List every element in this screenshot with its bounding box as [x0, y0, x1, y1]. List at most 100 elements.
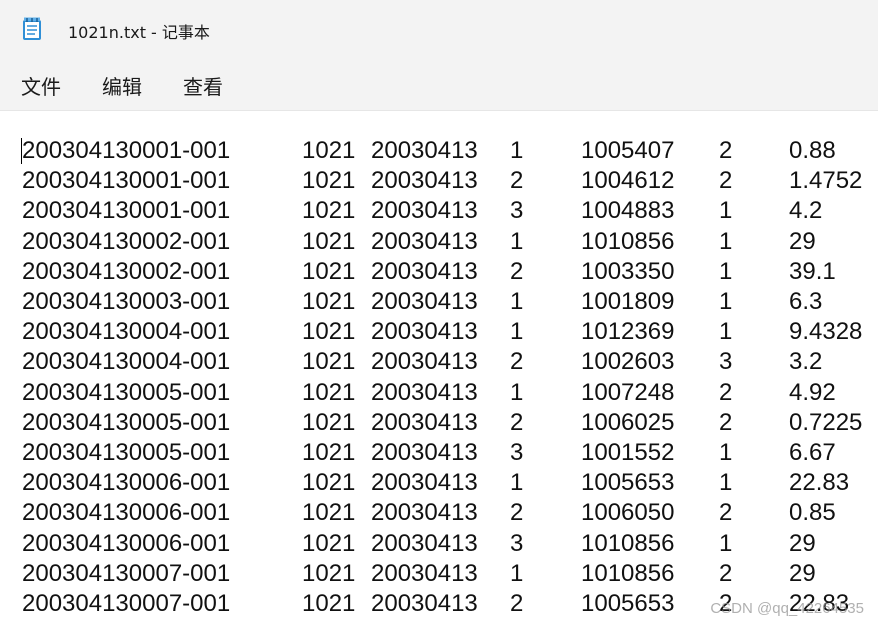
text-field: 20030413	[371, 439, 478, 466]
text-field: 3	[719, 348, 733, 376]
menu-bar: 文件 编辑 查看	[0, 60, 878, 111]
text-field: 20030413	[371, 529, 478, 557]
text-line: 200304130006-001 1021 20030413 3 1010856 1 29	[0, 529, 878, 559]
text-field: 20030413	[371, 590, 478, 617]
text-field: 1012369	[581, 318, 675, 346]
text-field: 1	[510, 318, 524, 346]
text-field: 2	[719, 408, 733, 436]
text-field: 1006025	[581, 408, 675, 436]
text-field: 2	[510, 257, 524, 285]
text-field: 2	[719, 137, 733, 164]
text-field: 4.92	[789, 378, 836, 406]
text-field: 6.67	[789, 439, 836, 466]
menu-file[interactable]: 文件	[19, 71, 63, 100]
text-field: 200304130007-001	[22, 590, 231, 617]
text-field: 2	[719, 167, 733, 195]
text-field: 1.4752	[789, 167, 863, 195]
text-field: 2	[719, 378, 733, 406]
text-field: 1021	[302, 257, 356, 285]
text-field: 20030413	[371, 469, 478, 497]
text-field: 20030413	[371, 559, 478, 587]
text-field: 1	[719, 469, 733, 497]
text-field: 2	[719, 499, 733, 527]
text-field: 1021	[302, 529, 356, 557]
text-field: 29	[789, 529, 816, 557]
text-field: 1005407	[581, 137, 675, 164]
text-field: 200304130004-001	[22, 318, 231, 346]
text-field: 1010856	[581, 559, 675, 587]
text-field: 200304130001-001	[22, 167, 231, 195]
text-field: 20030413	[371, 318, 478, 346]
text-field: 1021	[302, 318, 356, 346]
text-line: 200304130005-001 1021 20030413 1 1007248 2 4.9…	[0, 378, 878, 408]
text-field: 1021	[302, 167, 356, 195]
text-field: 0.88	[789, 137, 836, 164]
text-field: 1021	[302, 499, 356, 527]
text-field: 20030413	[371, 167, 478, 195]
text-line: 200304130001-001 1021 20030413 3 1004883 1 4.2	[0, 196, 878, 226]
text-field: 1	[719, 257, 733, 285]
text-field: 200304130001-001	[22, 197, 231, 225]
text-field: 3	[510, 197, 524, 225]
watermark: CSDN @qq_42264535	[710, 600, 864, 617]
text-field: 1004612	[581, 167, 675, 195]
text-field: 200304130003-001	[22, 288, 231, 315]
text-field: 1007248	[581, 378, 675, 406]
text-field: 1	[719, 318, 733, 346]
text-field: 1021	[302, 590, 356, 617]
text-line: 200304130005-001 1021 20030413 2 1006025 2 0.7…	[0, 408, 878, 438]
text-line: 200304130007-001 1021 20030413 1 1010856 2 29	[0, 559, 878, 589]
text-field: 1001809	[581, 288, 675, 315]
text-field: 9.4328	[789, 318, 863, 346]
text-field: 2	[510, 499, 524, 527]
text-field: 1	[510, 469, 524, 497]
text-line: 200304130004-001 1021 20030413 2 1002603 3 3.2	[0, 347, 878, 377]
text-field: 1	[510, 227, 524, 255]
notepad-icon	[23, 17, 41, 40]
text-field: 1021	[302, 137, 356, 164]
text-field: 3	[510, 529, 524, 557]
text-field: 2	[510, 590, 524, 617]
text-field: 20030413	[371, 288, 478, 315]
menu-edit[interactable]: 编辑	[100, 71, 144, 100]
text-line: 200304130002-001 1021 20030413 1 1010856 1 29	[0, 227, 878, 257]
text-field: 1	[510, 559, 524, 587]
menu-view[interactable]: 查看	[181, 71, 225, 100]
text-field: 20030413	[371, 257, 478, 285]
text-field: 1021	[302, 288, 356, 315]
text-field: 29	[789, 559, 816, 587]
text-field: 1002603	[581, 348, 675, 376]
text-field: 20030413	[371, 499, 478, 527]
text-field: 200304130006-001	[22, 469, 231, 497]
text-field: 1003350	[581, 257, 675, 285]
text-field: 39.1	[789, 257, 836, 285]
text-field: 1006050	[581, 499, 675, 527]
text-field: 1005653	[581, 590, 675, 617]
text-field: 200304130005-001	[22, 408, 231, 436]
text-field: 0.7225	[789, 408, 863, 436]
text-field: 1021	[302, 378, 356, 406]
text-field: 6.3	[789, 288, 823, 315]
text-field: 1	[719, 197, 733, 225]
text-line: 200304130002-001 1021 20030413 2 1003350 1 39.…	[0, 257, 878, 287]
text-field: 200304130006-001	[22, 529, 231, 557]
text-line: 200304130001-001 1021 20030413 2 1004612 2 1.4…	[0, 166, 878, 196]
text-field: 1021	[302, 197, 356, 225]
text-field: 1	[719, 529, 733, 557]
text-field: 20030413	[371, 137, 478, 164]
text-field: 1021	[302, 408, 356, 436]
text-line: 200304130006-001 1021 20030413 1 1005653 1 22.…	[0, 468, 878, 498]
text-field: 1021	[302, 559, 356, 587]
text-field: 1	[510, 378, 524, 406]
text-field: 1001552	[581, 439, 675, 466]
text-field: 200304130002-001	[22, 257, 231, 285]
text-field: 29	[789, 227, 816, 255]
text-field: 1021	[302, 439, 356, 466]
text-field: 1010856	[581, 529, 675, 557]
text-field: 3	[510, 439, 524, 466]
text-field: 2	[510, 348, 524, 376]
text-editor-area[interactable]: 200304130001-001 1021 20030413 1 1005407 2 0.8…	[0, 111, 878, 625]
text-field: 1021	[302, 348, 356, 376]
window-title: 1021n.txt - 记事本	[68, 23, 210, 42]
text-field: 1	[510, 288, 524, 315]
